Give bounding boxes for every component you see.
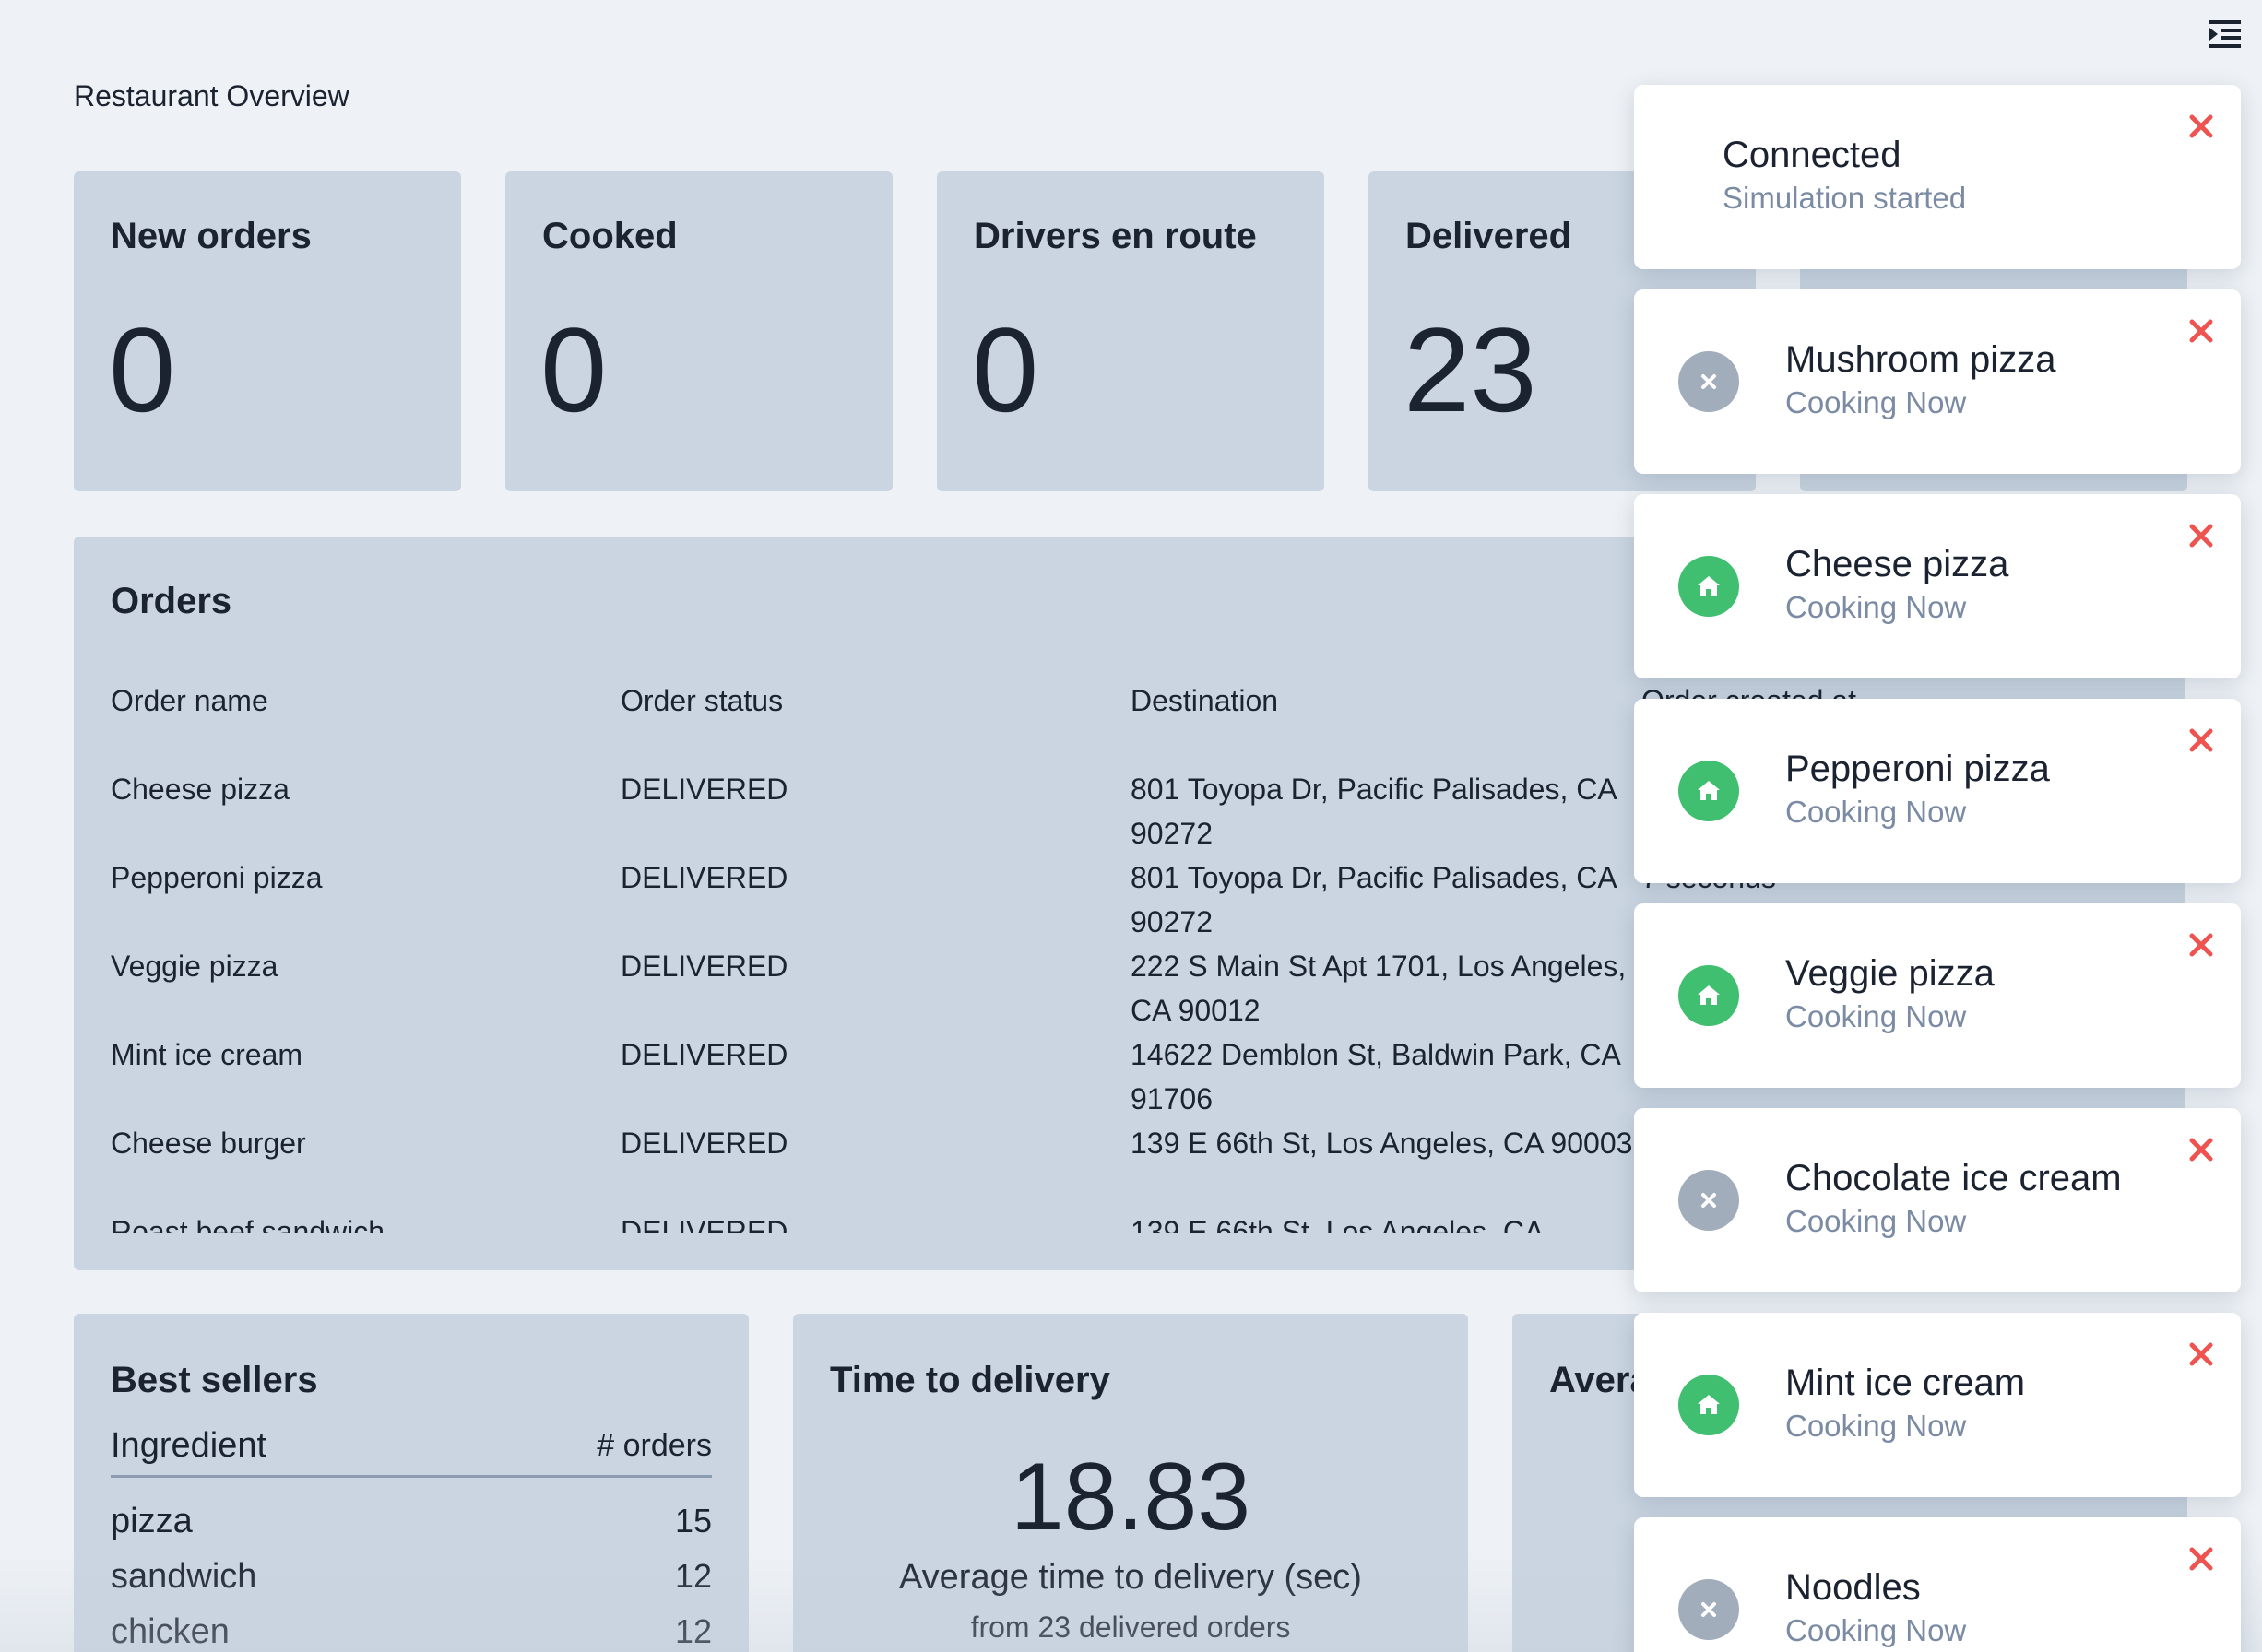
ingredient-order-count: 12 <box>674 1557 712 1595</box>
ingredient-order-count: 15 <box>674 1502 712 1540</box>
order-status: DELIVERED <box>621 773 788 806</box>
notification-subtitle: Cooking Now <box>1785 1204 1967 1238</box>
home-icon <box>1678 965 1739 1026</box>
close-icon[interactable] <box>2187 1545 2215 1573</box>
stat-value: 0 <box>109 302 176 437</box>
notification-title: Cheese pizza <box>1785 544 2009 584</box>
ingredient-column-header: Ingredient <box>111 1426 267 1465</box>
stat-card-cooked: Cooked 0 <box>505 171 893 491</box>
column-header-destination[interactable]: Destination <box>1131 684 1278 718</box>
column-header-order-name[interactable]: Order name <box>111 684 268 718</box>
order-destination: 222 S Main St Apt 1701, Los Angeles, CA … <box>1131 950 1627 1027</box>
stat-label: Delivered <box>1405 216 1572 256</box>
notification-title: Mushroom pizza <box>1785 339 2056 380</box>
list-item: sandwich 12 <box>111 1557 712 1612</box>
notification-subtitle: Cooking Now <box>1785 999 1967 1033</box>
home-icon <box>1678 1375 1739 1435</box>
order-name: Cheese burger <box>111 1127 306 1160</box>
column-header-order-status[interactable]: Order status <box>621 684 783 718</box>
x-icon <box>1678 351 1739 412</box>
notification-title: Noodles <box>1785 1567 1921 1608</box>
order-name: Cheese pizza <box>111 773 290 806</box>
dashboard-page: Restaurant Overview New orders 0 Cooked … <box>0 0 2262 1652</box>
menu-collapse-icon[interactable] <box>2209 20 2241 48</box>
close-icon[interactable] <box>2187 931 2215 959</box>
close-icon[interactable] <box>2187 726 2215 754</box>
stat-label: New orders <box>111 216 312 256</box>
order-status: DELIVERED <box>621 950 788 983</box>
notification-noodles: Noodles Cooking Now <box>1634 1517 2241 1652</box>
ingredient-name: pizza <box>111 1502 193 1540</box>
list-item: chicken 12 <box>111 1612 712 1652</box>
stat-card-new-orders: New orders 0 <box>74 171 461 491</box>
notification-connected: Connected Simulation started <box>1634 85 2241 269</box>
notification-title: Mint ice cream <box>1785 1363 2026 1403</box>
order-name: Mint ice cream <box>111 1038 303 1071</box>
notification-chocolate-ice-cream: Chocolate ice cream Cooking Now <box>1634 1108 2241 1292</box>
stat-card-drivers-en-route: Drivers en route 0 <box>937 171 1324 491</box>
order-name: Pepperoni pizza <box>111 861 323 894</box>
order-name: Roast beef sandwich <box>111 1215 385 1233</box>
notification-subtitle: Cooking Now <box>1785 1613 1967 1647</box>
best-sellers-panel: Best sellers Ingredient # orders pizza 1… <box>74 1314 749 1652</box>
notification-veggie-pizza: Veggie pizza Cooking Now <box>1634 903 2241 1088</box>
ingredient-order-count: 12 <box>674 1612 712 1650</box>
page-title: Restaurant Overview <box>74 79 349 112</box>
time-to-delivery-subcaption: from 23 delivered orders <box>970 1611 1291 1644</box>
ingredient-name: chicken <box>111 1612 230 1651</box>
ingredient-name: sandwich <box>111 1557 257 1596</box>
stat-value: 0 <box>972 302 1039 437</box>
order-name: Veggie pizza <box>111 950 278 983</box>
close-icon[interactable] <box>2187 112 2215 140</box>
time-to-delivery-panel: Time to delivery 18.83 Average time to d… <box>793 1314 1468 1652</box>
orders-column-header: # orders <box>597 1428 712 1463</box>
notification-mint-ice-cream: Mint ice cream Cooking Now <box>1634 1313 2241 1497</box>
order-destination: 139 E 66th St, Los Angeles, CA <box>1131 1215 1545 1233</box>
close-icon[interactable] <box>2187 317 2215 345</box>
order-status: DELIVERED <box>621 861 788 894</box>
notification-title: Connected <box>1723 135 1901 175</box>
notification-title: Chocolate ice cream <box>1785 1158 2122 1198</box>
order-status: DELIVERED <box>621 1038 788 1071</box>
time-to-delivery-caption: Average time to delivery (sec) <box>899 1558 1362 1597</box>
order-destination: 801 Toyopa Dr, Pacific Palisades, CA 902… <box>1131 773 1616 850</box>
stat-value: 0 <box>540 302 608 437</box>
notification-subtitle: Cooking Now <box>1785 795 1967 829</box>
home-icon <box>1678 556 1739 617</box>
notification-title: Pepperoni pizza <box>1785 749 2050 789</box>
notification-subtitle: Simulation started <box>1723 181 1967 215</box>
close-icon[interactable] <box>2187 522 2215 549</box>
close-icon[interactable] <box>2187 1340 2215 1368</box>
notification-pepperoni-pizza: Pepperoni pizza Cooking Now <box>1634 699 2241 883</box>
close-icon[interactable] <box>2187 1136 2215 1163</box>
notification-subtitle: Cooking Now <box>1785 1409 1967 1443</box>
time-to-delivery-value: 18.83 <box>1010 1444 1251 1551</box>
time-to-delivery-title: Time to delivery <box>830 1360 1110 1400</box>
stat-label: Cooked <box>542 216 678 256</box>
x-icon <box>1678 1579 1739 1640</box>
list-item: pizza 15 <box>111 1502 712 1557</box>
home-icon <box>1678 761 1739 821</box>
notification-mushroom-pizza: Mushroom pizza Cooking Now <box>1634 289 2241 474</box>
best-sellers-title: Best sellers <box>111 1360 318 1400</box>
order-destination: 14622 Demblon St, Baldwin Park, CA 91706 <box>1131 1038 1620 1115</box>
orders-title: Orders <box>111 581 232 621</box>
x-icon <box>1678 1170 1739 1231</box>
order-status: DELIVERED <box>621 1127 788 1160</box>
order-destination: 801 Toyopa Dr, Pacific Palisades, CA 902… <box>1131 861 1616 938</box>
order-status: DELIVERED <box>621 1215 788 1233</box>
notification-title: Veggie pizza <box>1785 953 1995 994</box>
stat-value: 23 <box>1403 302 1537 437</box>
best-sellers-header: Ingredient # orders <box>111 1426 712 1478</box>
stat-label: Drivers en route <box>974 216 1257 256</box>
order-destination: 139 E 66th St, Los Angeles, CA 90003 <box>1131 1127 1633 1160</box>
notification-subtitle: Cooking Now <box>1785 385 1967 419</box>
notification-cheese-pizza: Cheese pizza Cooking Now <box>1634 494 2241 678</box>
notification-subtitle: Cooking Now <box>1785 590 1967 624</box>
